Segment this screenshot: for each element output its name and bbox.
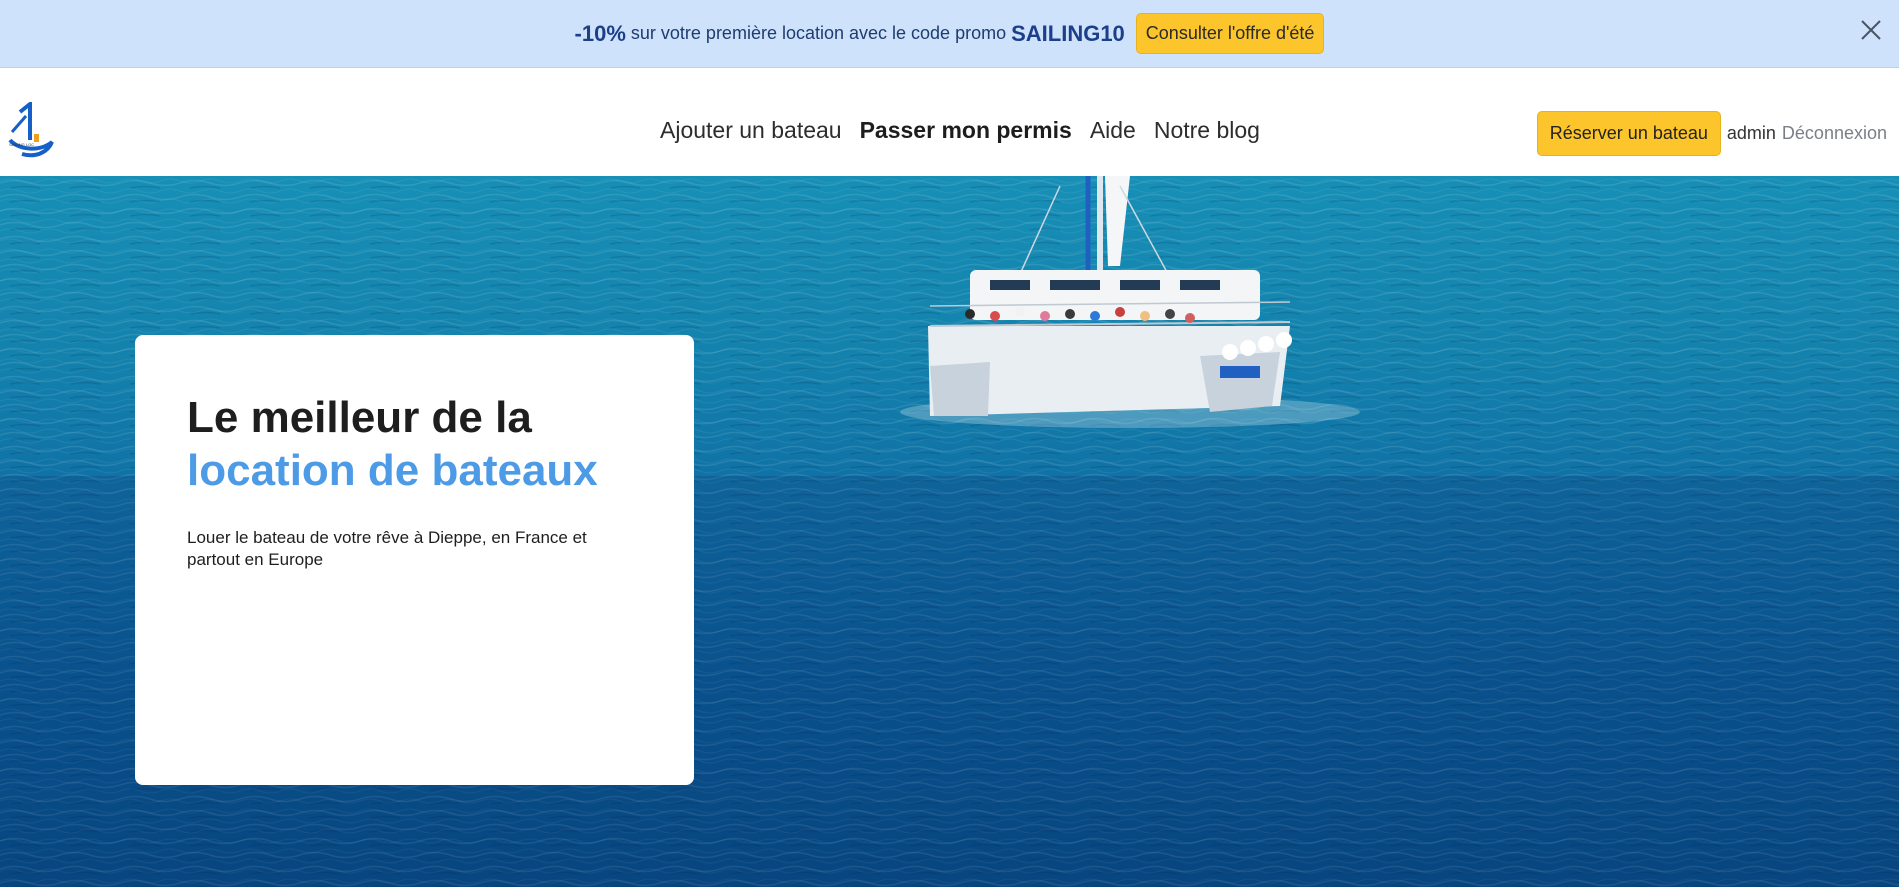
- nav-license[interactable]: Passer mon permis: [860, 117, 1072, 144]
- promo-text: -10% sur votre première location avec le…: [575, 13, 1325, 54]
- main-nav: Ajouter un bateau Passer mon permis Aide…: [660, 117, 1260, 144]
- promo-banner: -10% sur votre première location avec le…: [0, 0, 1899, 68]
- book-boat-button[interactable]: Réserver un bateau: [1536, 111, 1721, 156]
- logout-link[interactable]: Déconnexion: [1782, 123, 1887, 144]
- site-header: SAILING LOC Ajouter un bateau Passer mon…: [0, 68, 1899, 176]
- svg-text:SAILING LOC: SAILING LOC: [9, 142, 34, 147]
- hero-card: Le meilleur de la location de bateaux Lo…: [135, 335, 694, 785]
- hero-subtitle: Louer le bateau de votre rêve à Dieppe, …: [187, 528, 587, 569]
- hero-section: Le meilleur de la location de bateaux Lo…: [0, 176, 1899, 887]
- header-actions: Réserver un bateau admin Déconnexion: [1536, 111, 1887, 156]
- user-name: admin: [1726, 123, 1776, 143]
- promo-code: SAILING10: [1011, 20, 1125, 46]
- nav-blog[interactable]: Notre blog: [1154, 117, 1260, 144]
- close-icon[interactable]: [1859, 18, 1883, 42]
- nav-help[interactable]: Aide: [1090, 117, 1136, 144]
- sailing-logo-icon[interactable]: SAILING LOC: [6, 102, 54, 158]
- nav-add-boat[interactable]: Ajouter un bateau: [660, 117, 842, 144]
- promo-sentence: sur votre première location avec le code…: [630, 23, 1007, 43]
- catamaran-image: [900, 176, 1360, 428]
- hero-title-highlight: location de bateaux: [187, 446, 598, 495]
- hero-title: Le meilleur de la: [187, 393, 532, 442]
- promo-discount: -10%: [574, 20, 626, 46]
- summer-offer-button[interactable]: Consulter l'offre d'été: [1135, 13, 1325, 54]
